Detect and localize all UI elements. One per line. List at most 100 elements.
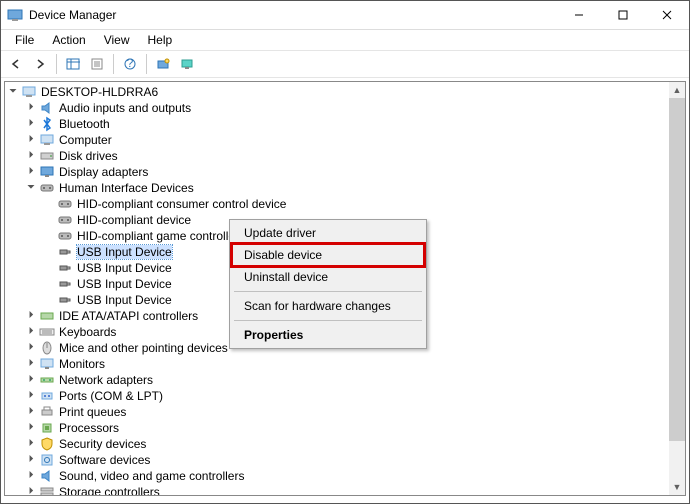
tree-category[interactable]: ⏷ Human Interface Devices [7, 180, 685, 196]
ctx-scan-hardware[interactable]: Scan for hardware changes [232, 295, 424, 317]
tree-expander-icon[interactable]: ⏵ [25, 423, 37, 433]
menu-view[interactable]: View [96, 32, 138, 48]
tree-category[interactable]: ⏵ Disk drives [7, 148, 685, 164]
tree-category[interactable]: ⏵ Display adapters [7, 164, 685, 180]
tree-category[interactable]: ⏵ Audio inputs and outputs [7, 100, 685, 116]
tree-item-label: Keyboards [59, 325, 116, 339]
tree-category[interactable]: ⏵ Print queues [7, 404, 685, 420]
audio-icon [39, 100, 55, 116]
audio-icon [39, 468, 55, 484]
close-button[interactable] [645, 1, 689, 30]
tree-category[interactable]: ⏵ Ports (COM & LPT) [7, 388, 685, 404]
tree-item-label: Disk drives [59, 149, 118, 163]
tree-root[interactable]: ⏷ DESKTOP-HLDRRA6 [7, 84, 685, 100]
tree-category[interactable]: ⏵ Computer [7, 132, 685, 148]
tree-expander-icon[interactable]: ⏷ [25, 183, 37, 193]
tree-item-label: HID-compliant consumer control device [77, 197, 286, 211]
minimize-button[interactable] [557, 1, 601, 30]
remote-computer-button[interactable] [176, 53, 198, 75]
scroll-thumb[interactable] [669, 98, 685, 441]
vertical-scrollbar[interactable]: ▲ ▼ [669, 82, 685, 495]
tree-item-label: Security devices [59, 437, 146, 451]
tree-category[interactable]: ⏵ Security devices [7, 436, 685, 452]
maximize-button[interactable] [601, 1, 645, 30]
tree-item-label: Ports (COM & LPT) [59, 389, 163, 403]
mouse-icon [39, 340, 55, 356]
window-title: Device Manager [29, 8, 557, 22]
scroll-track[interactable] [669, 98, 685, 479]
network-icon [39, 372, 55, 388]
scroll-down-button[interactable]: ▼ [669, 479, 685, 495]
tree-item-label: Mice and other pointing devices [59, 341, 228, 355]
tree-item-label: DESKTOP-HLDRRA6 [41, 85, 158, 99]
tree-category[interactable]: ⏵ Software devices [7, 452, 685, 468]
software-icon [39, 452, 55, 468]
ctx-update-driver[interactable]: Update driver [232, 222, 424, 244]
properties-button[interactable] [86, 53, 108, 75]
back-button[interactable] [5, 53, 27, 75]
tree-item-label: Software devices [59, 453, 150, 467]
bluetooth-icon [39, 116, 55, 132]
tree-item-label: Display adapters [59, 165, 148, 179]
app-icon [7, 7, 23, 23]
ctx-uninstall-device[interactable]: Uninstall device [232, 266, 424, 288]
menu-file[interactable]: File [7, 32, 42, 48]
tree-expander-icon[interactable]: ⏵ [25, 487, 37, 496]
menu-help[interactable]: Help [140, 32, 181, 48]
forward-button[interactable] [29, 53, 51, 75]
tree-category[interactable]: ⏵Network adapters [7, 372, 685, 388]
ctx-disable-device[interactable]: Disable device [232, 244, 424, 266]
ctx-separator [234, 320, 422, 321]
tree-expander-icon[interactable]: ⏵ [25, 359, 37, 369]
tree-item-label: Print queues [59, 405, 126, 419]
hid-icon [39, 180, 55, 196]
tree-expander-icon[interactable]: ⏷ [7, 87, 19, 97]
tree-item-label: USB Input Device [77, 293, 172, 307]
tree-expander-icon[interactable]: ⏵ [25, 439, 37, 449]
scroll-up-button[interactable]: ▲ [669, 82, 685, 98]
tree-expander-icon[interactable]: ⏵ [25, 119, 37, 129]
menu-action[interactable]: Action [44, 32, 93, 48]
disk-icon [39, 148, 55, 164]
tree-expander-icon[interactable]: ⏵ [25, 455, 37, 465]
tree-expander-icon[interactable]: ⏵ [25, 391, 37, 401]
hid-icon [57, 196, 73, 212]
hid-icon [57, 228, 73, 244]
tree-item-label: USB Input Device [77, 261, 172, 275]
tree-expander-icon[interactable]: ⏵ [25, 151, 37, 161]
tree-expander-icon[interactable]: ⏵ [25, 135, 37, 145]
tree-category[interactable]: ⏵Monitors [7, 356, 685, 372]
ctx-separator [234, 291, 422, 292]
keyboard-icon [39, 324, 55, 340]
toolbar-separator [56, 54, 57, 74]
context-menu: Update driver Disable device Uninstall d… [229, 219, 427, 349]
tree-item-label: Computer [59, 133, 112, 147]
scan-hardware-button[interactable] [152, 53, 174, 75]
tree-item-label: Audio inputs and outputs [59, 101, 191, 115]
tree-expander-icon[interactable]: ⏵ [25, 103, 37, 113]
tree-category[interactable]: ⏵Storage controllers [7, 484, 685, 496]
tree-item-label: Human Interface Devices [59, 181, 194, 195]
tree-expander-icon[interactable]: ⏵ [25, 343, 37, 353]
tree-expander-icon[interactable]: ⏵ [25, 167, 37, 177]
menu-bar: File Action View Help [1, 30, 689, 50]
tree-item-label: USB Input Device [77, 277, 172, 291]
port-icon [39, 388, 55, 404]
monitor-icon [39, 356, 55, 372]
ide-icon [39, 308, 55, 324]
tree-expander-icon[interactable]: ⏵ [25, 327, 37, 337]
tree-expander-icon[interactable]: ⏵ [25, 471, 37, 481]
hid-icon [57, 212, 73, 228]
usb-icon [57, 276, 73, 292]
tree-expander-icon[interactable]: ⏵ [25, 407, 37, 417]
tree-category[interactable]: ⏵Sound, video and game controllers [7, 468, 685, 484]
tree-category[interactable]: ⏵Bluetooth [7, 116, 685, 132]
ctx-properties[interactable]: Properties [232, 324, 424, 346]
tree-expander-icon[interactable]: ⏵ [25, 311, 37, 321]
tree-expander-icon[interactable]: ⏵ [25, 375, 37, 385]
help-button[interactable]: ? [119, 53, 141, 75]
display-icon [39, 164, 55, 180]
tree-device[interactable]: HID-compliant consumer control device [7, 196, 685, 212]
tree-category[interactable]: ⏵Processors [7, 420, 685, 436]
show-hide-tree-button[interactable] [62, 53, 84, 75]
